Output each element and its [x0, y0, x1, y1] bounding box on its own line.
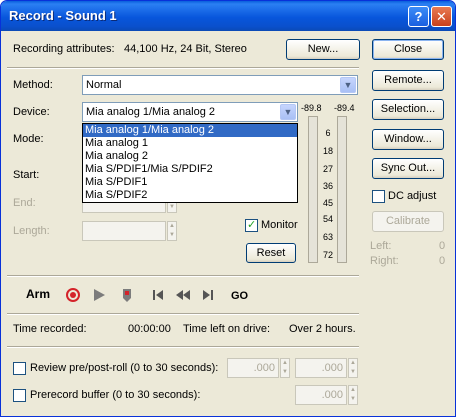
sync-out-button[interactable]: Sync Out...	[372, 158, 444, 179]
time-left-label: Time left on drive:	[183, 323, 271, 335]
left-peak-readout[interactable]: -89.8	[301, 103, 322, 113]
time-recorded-value: 00:00:00	[128, 323, 171, 335]
time-left-value: Over 2 hours.	[289, 323, 356, 335]
device-option[interactable]: Mia S/PDIF2	[83, 189, 297, 202]
method-label: Method:	[13, 79, 53, 91]
review-checkbox[interactable]	[13, 362, 26, 375]
right-level-value: 0	[439, 255, 446, 267]
prerecord-stepper[interactable]: ▲ ▼	[348, 385, 358, 405]
length-label: Length:	[13, 225, 50, 237]
length-stepper[interactable]: ▲ ▼	[167, 221, 177, 241]
recording-attributes-label: Recording attributes:	[13, 43, 115, 55]
meter-scale-tick: 6	[325, 128, 331, 138]
meter-scale-tick: 36	[322, 181, 333, 191]
meter-scale-tick: 54	[322, 214, 333, 224]
end-label: End:	[13, 197, 36, 209]
divider	[7, 313, 359, 315]
meter-scale-tick: 63	[322, 232, 333, 242]
reset-button[interactable]: Reset	[246, 243, 296, 263]
prerecord-label: Prerecord buffer (0 to 30 seconds):	[30, 389, 201, 401]
chevron-down-icon[interactable]: ▼	[280, 104, 296, 120]
window-title: Record - Sound 1	[9, 8, 117, 23]
go-button[interactable]: GO	[231, 290, 248, 302]
length-field[interactable]	[82, 221, 166, 241]
device-option[interactable]: Mia analog 2	[83, 150, 297, 163]
record-dialog: Record - Sound 1 ? ✕ Recording attribute…	[0, 0, 456, 417]
prerecord-field[interactable]: .000	[295, 385, 347, 405]
dc-adjust-label: DC adjust	[388, 190, 437, 202]
device-option[interactable]: Mia analog 1/Mia analog 2	[83, 124, 297, 137]
mode-label: Mode:	[13, 133, 44, 145]
arm-label: Arm	[26, 287, 51, 301]
monitor-checkbox[interactable]	[245, 218, 258, 232]
prerecord-checkbox[interactable]	[13, 389, 26, 402]
device-option[interactable]: Mia analog 1	[83, 137, 297, 150]
marker-icon[interactable]	[121, 287, 133, 303]
review-label: Review pre/post-roll (0 to 30 seconds):	[30, 362, 219, 374]
method-value: Normal	[86, 79, 122, 91]
calibrate-button[interactable]: Calibrate	[372, 211, 444, 232]
device-select[interactable]: Mia analog 1/Mia analog 2 ▼	[82, 102, 298, 122]
start-label: Start:	[13, 169, 40, 181]
device-label: Device:	[13, 106, 50, 118]
meter-scale-tick: 45	[322, 198, 333, 208]
title-close-button[interactable]: ✕	[431, 6, 452, 27]
monitor-label: Monitor	[261, 219, 298, 231]
right-level-label: Right:	[370, 255, 399, 267]
left-level-meter	[308, 116, 318, 263]
go-to-end-icon[interactable]	[201, 287, 215, 303]
time-recorded-label: Time recorded:	[13, 323, 87, 335]
left-level-label: Left:	[370, 240, 392, 252]
device-option[interactable]: Mia S/PDIF1	[83, 176, 297, 189]
meter-scale-tick: 72	[322, 250, 333, 260]
chevron-down-icon[interactable]: ▼	[340, 77, 356, 93]
window-button[interactable]: Window...	[372, 129, 444, 150]
go-to-start-icon[interactable]	[151, 287, 165, 303]
dc-adjust-checkbox[interactable]	[372, 190, 385, 203]
right-peak-readout[interactable]: -89.4	[334, 103, 355, 113]
device-dropdown-list[interactable]: Mia analog 1/Mia analog 2 Mia analog 1 M…	[82, 123, 298, 203]
title-bar[interactable]: Record - Sound 1 ? ✕	[1, 1, 455, 31]
selection-button[interactable]: Selection...	[372, 99, 444, 120]
recording-attributes-value: 44,100 Hz, 24 Bit, Stereo	[124, 43, 247, 55]
help-button[interactable]: ?	[408, 6, 429, 27]
divider	[7, 275, 359, 277]
right-level-meter	[337, 116, 347, 263]
review-pre-stepper[interactable]: ▲ ▼	[280, 358, 290, 378]
play-icon[interactable]	[91, 287, 107, 303]
left-level-value: 0	[439, 240, 446, 252]
meter-scale-tick: 18	[322, 146, 333, 156]
divider	[7, 346, 359, 348]
method-select[interactable]: Normal ▼	[82, 75, 358, 95]
divider	[7, 67, 359, 69]
remote-button[interactable]: Remote...	[372, 70, 444, 91]
new-button[interactable]: New...	[286, 39, 360, 60]
device-value: Mia analog 1/Mia analog 2	[86, 106, 216, 118]
review-post-stepper[interactable]: ▲ ▼	[348, 358, 358, 378]
record-icon[interactable]	[65, 287, 81, 303]
rewind-icon[interactable]	[174, 287, 192, 303]
review-post-field[interactable]: .000	[295, 358, 347, 378]
close-button[interactable]: Close	[372, 39, 444, 60]
device-option[interactable]: Mia S/PDIF1/Mia S/PDIF2	[83, 163, 297, 176]
review-pre-field[interactable]: .000	[227, 358, 279, 378]
meter-scale-tick: 27	[322, 164, 333, 174]
